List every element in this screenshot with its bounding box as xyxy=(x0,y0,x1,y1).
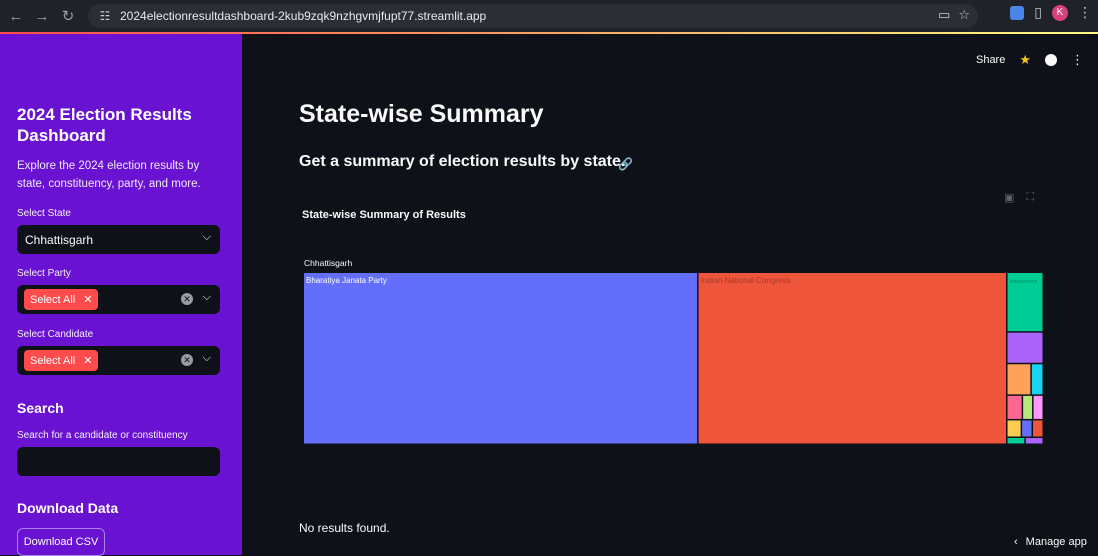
chevron-down-icon[interactable]: ⌵ xyxy=(203,231,211,244)
url-text: 2024electionresultdashboard-2kub9zqk9nzh… xyxy=(120,9,486,23)
puzzle-icon[interactable]: ▯ xyxy=(1034,4,1042,21)
search-label: Search for a candidate or constituency xyxy=(17,430,188,441)
reload-icon[interactable]: ↻ xyxy=(55,3,81,29)
treemap-tile-12[interactable] xyxy=(1008,438,1025,444)
camera-icon[interactable]: ▣ xyxy=(1004,191,1014,204)
share-button[interactable]: Share xyxy=(976,54,1005,66)
party-tag[interactable]: Select All ✕ xyxy=(24,289,98,310)
candidate-label: Select Candidate xyxy=(17,329,93,340)
github-icon[interactable] xyxy=(1045,54,1057,66)
treemap-tile-13[interactable] xyxy=(1026,438,1043,444)
fullscreen-icon[interactable]: ⛶ xyxy=(1026,191,1034,204)
chart-title: State-wise Summary of Results xyxy=(302,209,466,221)
clear-icon[interactable]: ✕ xyxy=(181,293,193,305)
treemap-tile-0[interactable] xyxy=(304,273,697,444)
forward-icon[interactable]: → xyxy=(29,3,55,29)
candidate-multiselect[interactable]: Select All ✕ ✕ ⌵ xyxy=(17,346,220,375)
state-select[interactable]: Chhattisgarh ⌵ xyxy=(17,225,220,254)
treemap-tile-9[interactable] xyxy=(1008,420,1021,436)
manage-app-label: Manage app xyxy=(1026,536,1087,548)
treemap-tile-8[interactable] xyxy=(1034,396,1043,419)
candidate-tag[interactable]: Select All ✕ xyxy=(24,350,98,371)
back-icon[interactable]: ← xyxy=(3,3,29,29)
sidebar-description: Explore the 2024 election results by sta… xyxy=(17,157,222,193)
treemap-tile-1[interactable] xyxy=(699,273,1006,444)
browser-menu-icon[interactable]: ⋮ xyxy=(1078,4,1092,21)
star-icon[interactable]: ★ xyxy=(1019,52,1031,68)
treemap-tile-11[interactable] xyxy=(1033,420,1042,436)
page-title: State-wise Summary xyxy=(299,100,544,129)
treemap-tile-label-0: Bharatiya Janata Party xyxy=(306,276,387,285)
profile-avatar[interactable]: K xyxy=(1052,5,1068,21)
treemap-tile-5[interactable] xyxy=(1032,364,1043,394)
party-label: Select Party xyxy=(17,268,71,279)
remove-tag-icon[interactable]: ✕ xyxy=(83,293,92,306)
bookmark-star-icon[interactable]: ☆ xyxy=(958,7,970,23)
download-heading: Download Data xyxy=(17,500,118,516)
cast-icon[interactable]: ▭ xyxy=(938,7,950,23)
sidebar: 2024 Election Results Dashboard Explore … xyxy=(0,34,242,555)
address-bar[interactable]: ☷ 2024electionresultdashboard-2kub9zqk9n… xyxy=(88,4,978,28)
no-results-message: No results found. xyxy=(299,521,390,535)
treemap-tile-label-1: Indian National Congress xyxy=(701,276,791,285)
app-header-actions: Share ★ ⋮ xyxy=(976,52,1084,68)
treemap-tile-6[interactable] xyxy=(1008,396,1022,419)
page-subtitle: Get a summary of election results by sta… xyxy=(299,153,625,171)
search-input[interactable] xyxy=(17,447,220,476)
sidebar-title: 2024 Election Results Dashboard xyxy=(17,104,217,146)
state-select-value: Chhattisgarh xyxy=(25,233,93,247)
treemap-tile-label-2: Independent xyxy=(1010,279,1038,285)
site-settings-icon[interactable]: ☷ xyxy=(94,9,116,23)
chart-toolbar: ▣ ⛶ xyxy=(1004,191,1034,204)
state-label: Select State xyxy=(17,208,71,219)
treemap-tile-3[interactable] xyxy=(1008,333,1043,363)
search-heading: Search xyxy=(17,400,64,416)
remove-tag-icon[interactable]: ✕ xyxy=(83,354,92,367)
treemap-root-label: Chhattisgarh xyxy=(304,258,352,268)
chevron-down-icon[interactable]: ⌵ xyxy=(203,291,211,304)
browser-toolbar: ← → ↻ ☷ 2024electionresultdashboard-2kub… xyxy=(0,0,1098,32)
chevron-down-icon[interactable]: ⌵ xyxy=(203,352,211,365)
link-icon[interactable]: 🔗 xyxy=(618,157,633,171)
download-csv-button[interactable]: Download CSV xyxy=(17,528,105,556)
treemap-tile-10[interactable] xyxy=(1022,420,1031,436)
party-tag-label: Select All xyxy=(30,294,75,306)
treemap-tile-7[interactable] xyxy=(1023,396,1032,419)
chevron-left-icon: ‹ xyxy=(1014,536,1018,548)
clear-icon[interactable]: ✕ xyxy=(181,354,193,366)
app-menu-icon[interactable]: ⋮ xyxy=(1071,52,1084,68)
manage-app-button[interactable]: ‹ Manage app xyxy=(1004,529,1098,555)
candidate-tag-label: Select All xyxy=(30,355,75,367)
extension-icon[interactable] xyxy=(1010,6,1024,20)
treemap-chart: Chhattisgarh Bharatiya Janata Party Indian… xyxy=(300,255,1045,450)
party-multiselect[interactable]: Select All ✕ ✕ ⌵ xyxy=(17,285,220,314)
treemap-tile-4[interactable] xyxy=(1008,364,1031,394)
